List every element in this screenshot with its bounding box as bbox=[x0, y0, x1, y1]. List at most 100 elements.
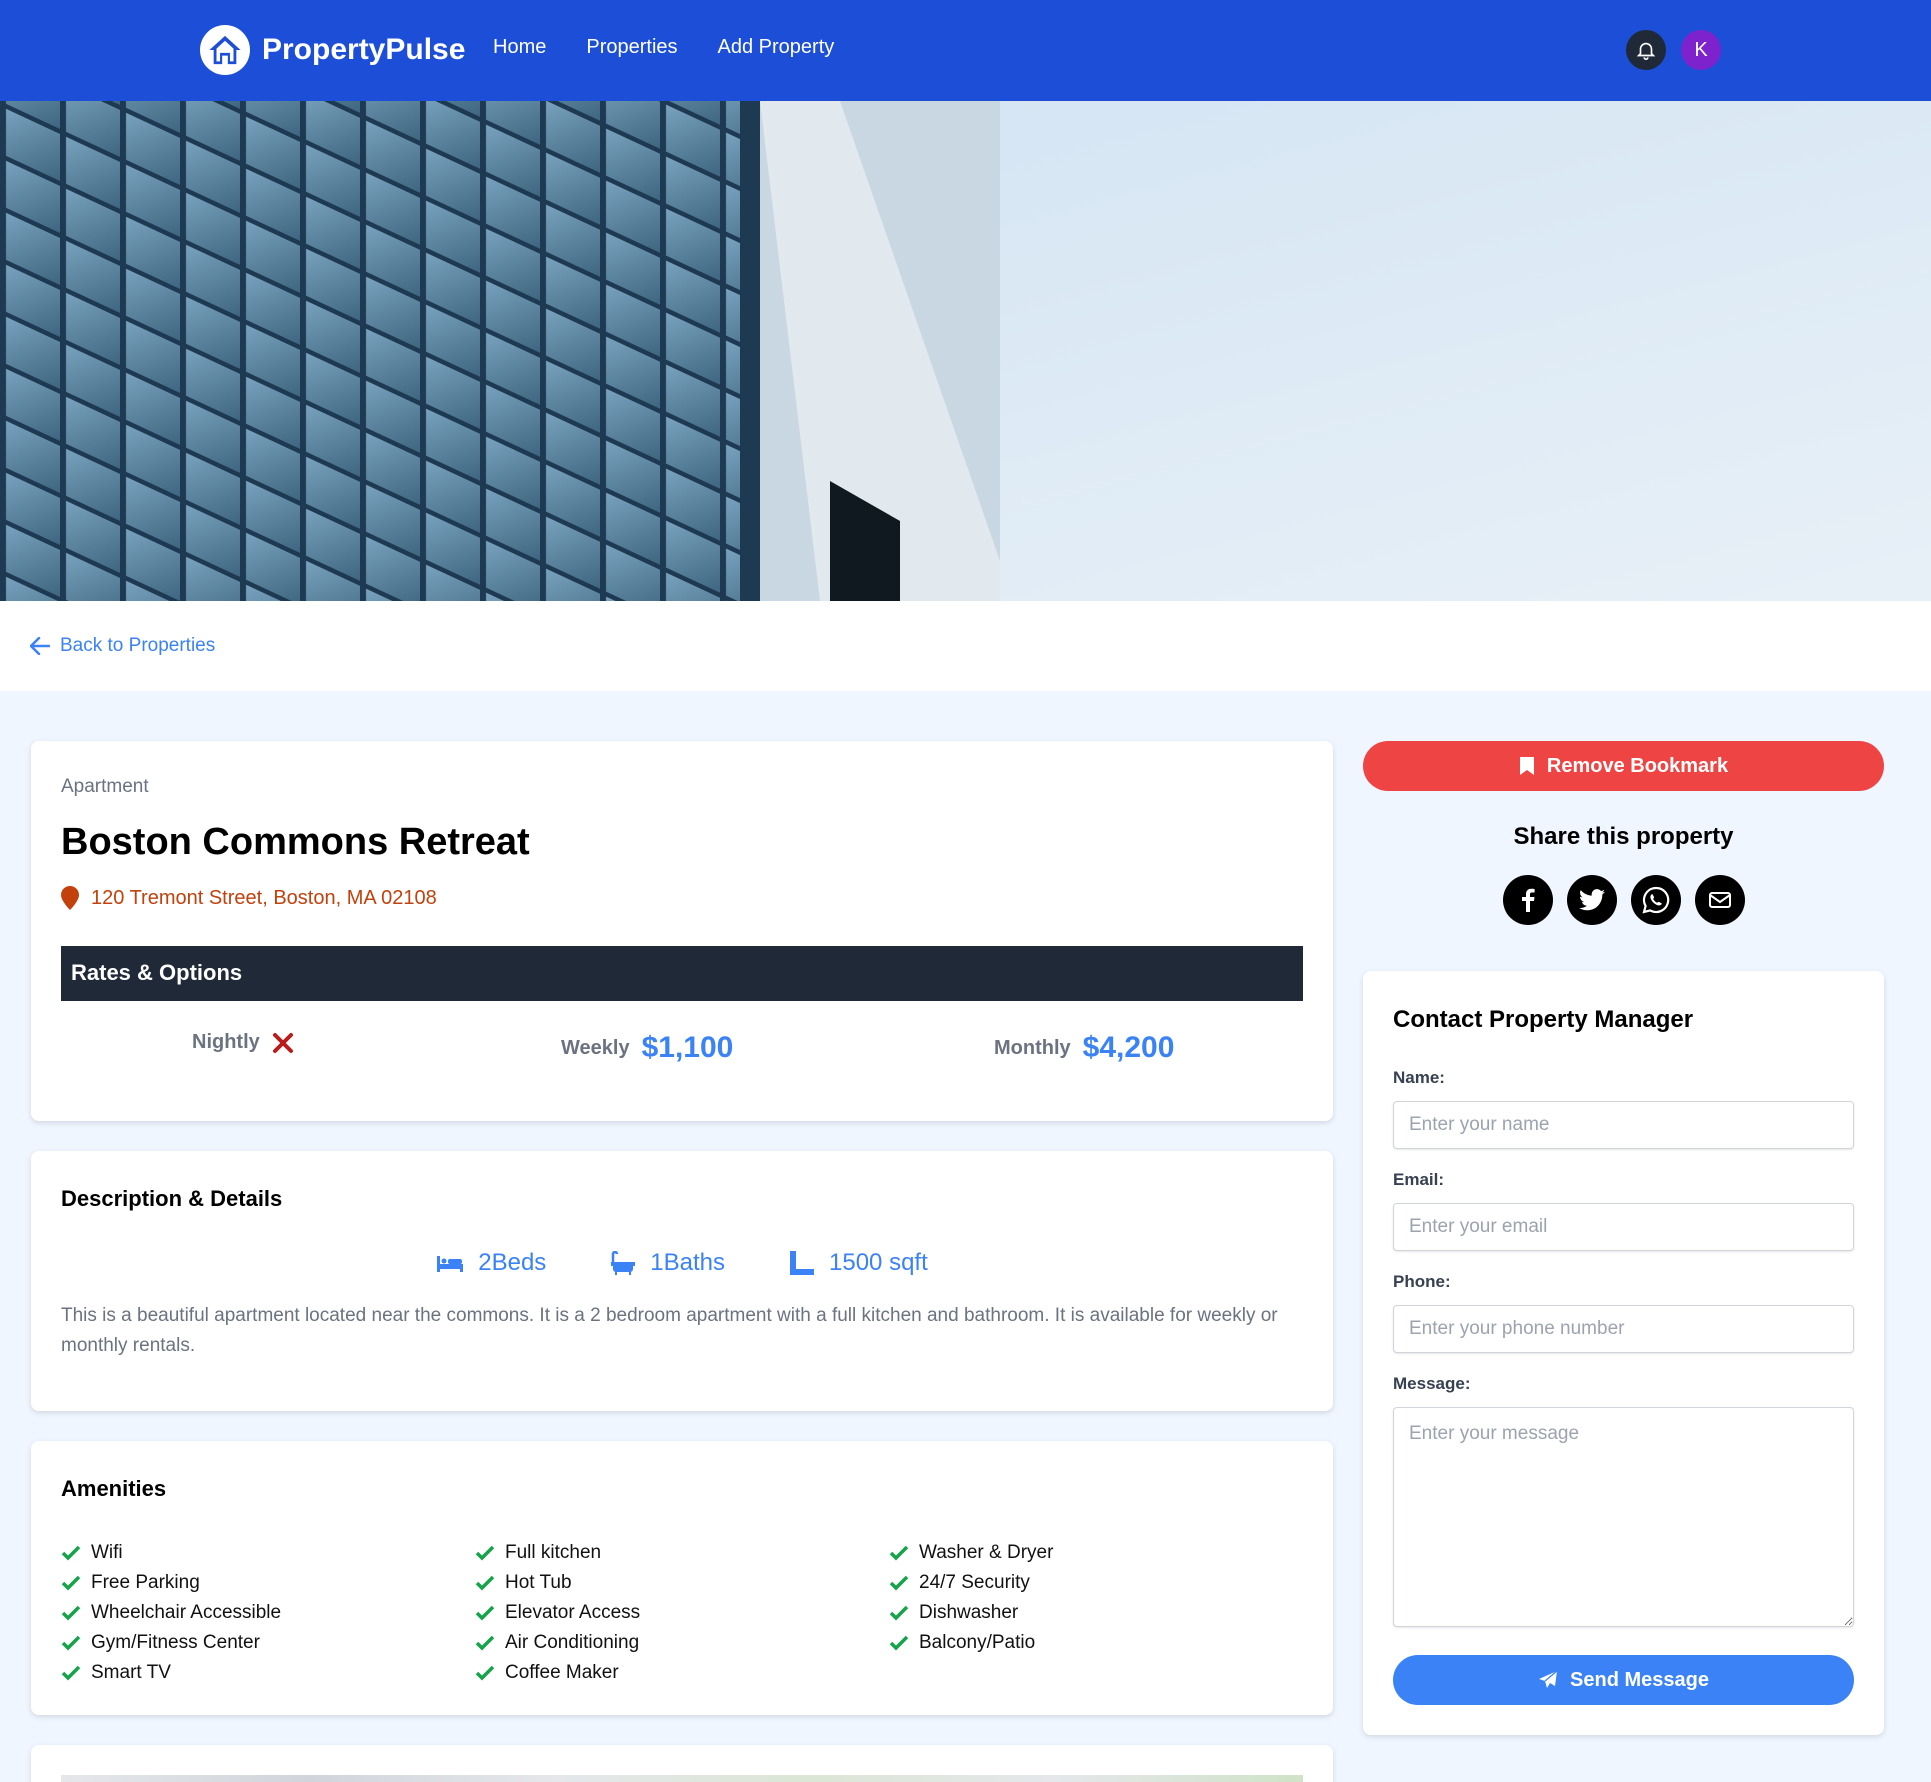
property-type: Apartment bbox=[61, 776, 149, 797]
email-share-button[interactable] bbox=[1694, 875, 1745, 925]
check-icon bbox=[889, 1575, 909, 1591]
notification-bell-icon[interactable] bbox=[1626, 30, 1666, 70]
check-icon bbox=[475, 1665, 495, 1681]
back-link-label: Back to Properties bbox=[60, 635, 216, 656]
description-title: Description & Details bbox=[61, 1186, 283, 1211]
amenities-column: Wifi Free Parking Wheelchair Accessible … bbox=[61, 1538, 475, 1688]
amenity-label: Dishwasher bbox=[919, 1602, 1019, 1623]
remove-bookmark-button[interactable]: Remove Bookmark bbox=[1363, 741, 1884, 791]
share-title: Share this property bbox=[1513, 823, 1734, 850]
amenity-item: Air Conditioning bbox=[475, 1628, 889, 1658]
check-icon bbox=[475, 1635, 495, 1651]
amenity-item: Balcony/Patio bbox=[889, 1628, 1303, 1658]
ruler-combined-icon bbox=[790, 1251, 815, 1275]
twitter-icon bbox=[1578, 889, 1605, 911]
nav-link-properties[interactable]: Properties bbox=[586, 36, 677, 59]
weekly-value: $1,100 bbox=[641, 1031, 734, 1064]
user-avatar[interactable]: K bbox=[1681, 30, 1721, 70]
amenity-label: Gym/Fitness Center bbox=[91, 1632, 260, 1653]
bath-icon bbox=[611, 1251, 636, 1275]
message-textarea[interactable] bbox=[1393, 1407, 1854, 1627]
monthly-value: $4,200 bbox=[1082, 1031, 1175, 1064]
amenity-label: Washer & Dryer bbox=[919, 1542, 1054, 1563]
send-message-label: Send Message bbox=[1570, 1668, 1709, 1691]
back-bar: Back to Properties bbox=[0, 601, 1931, 691]
amenity-item: Full kitchen bbox=[475, 1538, 889, 1568]
facebook-icon bbox=[1521, 888, 1535, 912]
amenity-label: Free Parking bbox=[91, 1572, 200, 1593]
house-logo-icon bbox=[200, 25, 250, 75]
phone-label: Phone: bbox=[1393, 1272, 1451, 1291]
amenities-column: Full kitchen Hot Tub Elevator Access Air… bbox=[475, 1538, 889, 1688]
twitter-share-button[interactable] bbox=[1566, 875, 1617, 925]
nav-link-home[interactable]: Home bbox=[493, 36, 546, 59]
check-icon bbox=[475, 1575, 495, 1591]
check-icon bbox=[889, 1545, 909, 1561]
amenity-label: Wifi bbox=[91, 1542, 123, 1563]
baths-stat: 1Baths bbox=[610, 1249, 725, 1277]
whatsapp-share-button[interactable] bbox=[1630, 875, 1681, 925]
arrow-left-icon bbox=[30, 637, 50, 655]
bookmark-icon bbox=[1519, 757, 1534, 775]
baths-text: 1Baths bbox=[650, 1249, 726, 1276]
map-marker-icon bbox=[61, 886, 79, 910]
message-label: Message: bbox=[1393, 1374, 1471, 1393]
name-input[interactable] bbox=[1393, 1101, 1854, 1149]
address-text: 120 Tremont Street, Boston, MA 02108 bbox=[91, 886, 437, 909]
amenity-item: Gym/Fitness Center bbox=[61, 1628, 475, 1658]
check-icon bbox=[475, 1545, 495, 1561]
amenity-item: Wifi bbox=[61, 1538, 475, 1568]
property-address: 120 Tremont Street, Boston, MA 02108 bbox=[61, 886, 437, 910]
property-stats: 2Beds 1Baths 1500 sqft bbox=[31, 1249, 1333, 1277]
check-icon bbox=[889, 1635, 909, 1651]
property-description: This is a beautiful apartment located ne… bbox=[61, 1305, 1278, 1356]
amenity-label: Hot Tub bbox=[505, 1572, 572, 1593]
paper-plane-icon bbox=[1539, 1670, 1558, 1688]
nav-link-add-property[interactable]: Add Property bbox=[718, 36, 835, 59]
amenity-item: 24/7 Security bbox=[889, 1568, 1303, 1598]
amenity-label: Elevator Access bbox=[505, 1602, 641, 1623]
rate-nightly: Nightly bbox=[192, 1031, 294, 1054]
check-icon bbox=[61, 1665, 81, 1681]
brand[interactable]: PropertyPulse bbox=[200, 25, 465, 75]
rate-weekly: Weekly $1,100 bbox=[561, 1031, 733, 1065]
amenity-item: Free Parking bbox=[61, 1568, 475, 1598]
amenity-label: Smart TV bbox=[91, 1662, 171, 1683]
amenities-column: Washer & Dryer 24/7 Security Dishwasher … bbox=[889, 1538, 1303, 1688]
brand-name: PropertyPulse bbox=[262, 33, 466, 66]
property-map[interactable] bbox=[61, 1775, 1303, 1782]
property-info-card: Apartment Boston Commons Retreat 120 Tre… bbox=[31, 741, 1333, 1121]
facebook-share-button[interactable] bbox=[1502, 875, 1553, 925]
check-icon bbox=[61, 1575, 81, 1591]
monthly-label: Monthly bbox=[994, 1036, 1071, 1059]
amenity-item: Hot Tub bbox=[475, 1568, 889, 1598]
sqft-text: 1500 sqft bbox=[829, 1249, 928, 1276]
beds-stat: 2Beds bbox=[436, 1249, 546, 1277]
email-label: Email: bbox=[1393, 1170, 1445, 1189]
check-icon bbox=[889, 1605, 909, 1621]
description-card: Description & Details 2Beds 1Baths 1500 … bbox=[31, 1151, 1333, 1411]
amenity-item: Wheelchair Accessible bbox=[61, 1598, 475, 1628]
amenity-item: Coffee Maker bbox=[475, 1658, 889, 1688]
rate-monthly: Monthly $4,200 bbox=[994, 1031, 1174, 1065]
sqft-stat: 1500 sqft bbox=[789, 1249, 928, 1277]
send-message-button[interactable]: Send Message bbox=[1393, 1655, 1854, 1705]
amenities-title: Amenities bbox=[61, 1476, 167, 1501]
name-label: Name: bbox=[1393, 1068, 1445, 1087]
whatsapp-icon bbox=[1641, 886, 1669, 914]
navbar: PropertyPulse Home Properties Add Proper… bbox=[0, 0, 1931, 101]
x-mark-icon bbox=[272, 1032, 293, 1053]
bed-icon bbox=[437, 1256, 464, 1272]
beds-text: 2Beds bbox=[478, 1249, 547, 1276]
back-to-properties-link[interactable]: Back to Properties bbox=[30, 635, 215, 657]
phone-input[interactable] bbox=[1393, 1305, 1854, 1353]
amenity-label: Full kitchen bbox=[505, 1542, 602, 1563]
check-icon bbox=[61, 1605, 81, 1621]
contact-title: Contact Property Manager bbox=[1393, 1006, 1694, 1033]
email-input[interactable] bbox=[1393, 1203, 1854, 1251]
weekly-label: Weekly bbox=[561, 1036, 630, 1059]
amenity-label: Balcony/Patio bbox=[919, 1632, 1036, 1653]
property-hero-image bbox=[0, 101, 1931, 601]
amenity-item: Dishwasher bbox=[889, 1598, 1303, 1628]
remove-bookmark-label: Remove Bookmark bbox=[1546, 754, 1729, 777]
